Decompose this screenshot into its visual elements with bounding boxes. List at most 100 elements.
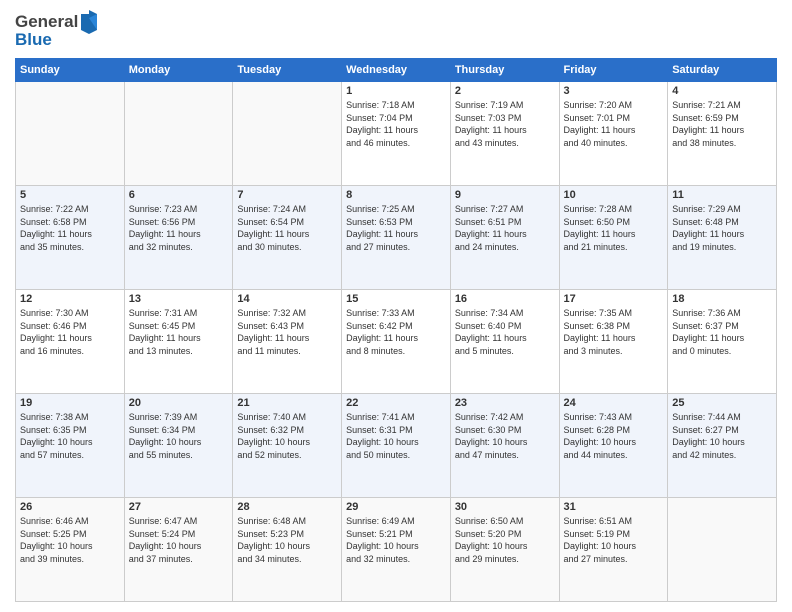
day-info: Sunrise: 7:42 AM Sunset: 6:30 PM Dayligh… [455, 411, 555, 461]
day-number: 6 [129, 189, 229, 201]
calendar-cell: 19 Sunrise: 7:38 AM Sunset: 6:35 PM Dayli… [16, 394, 125, 498]
day-number: 15 [346, 293, 446, 305]
weekday-header-sunday: Sunday [16, 59, 125, 82]
day-info: Sunrise: 7:43 AM Sunset: 6:28 PM Dayligh… [564, 411, 664, 461]
week-row-4: 19 Sunrise: 7:38 AM Sunset: 6:35 PM Dayli… [16, 394, 777, 498]
day-number: 20 [129, 397, 229, 409]
logo-general-text: General [15, 12, 78, 32]
weekday-header-saturday: Saturday [668, 59, 777, 82]
day-number: 10 [564, 189, 664, 201]
calendar-cell: 22 Sunrise: 7:41 AM Sunset: 6:31 PM Dayli… [342, 394, 451, 498]
day-info: Sunrise: 7:30 AM Sunset: 6:46 PM Dayligh… [20, 307, 120, 357]
day-info: Sunrise: 7:25 AM Sunset: 6:53 PM Dayligh… [346, 203, 446, 253]
day-info: Sunrise: 7:32 AM Sunset: 6:43 PM Dayligh… [237, 307, 337, 357]
day-info: Sunrise: 6:51 AM Sunset: 5:19 PM Dayligh… [564, 515, 664, 565]
day-info: Sunrise: 6:49 AM Sunset: 5:21 PM Dayligh… [346, 515, 446, 565]
week-row-3: 12 Sunrise: 7:30 AM Sunset: 6:46 PM Dayli… [16, 290, 777, 394]
weekday-header-friday: Friday [559, 59, 668, 82]
calendar-cell: 14 Sunrise: 7:32 AM Sunset: 6:43 PM Dayli… [233, 290, 342, 394]
week-row-2: 5 Sunrise: 7:22 AM Sunset: 6:58 PM Daylig… [16, 186, 777, 290]
day-info: Sunrise: 7:18 AM Sunset: 7:04 PM Dayligh… [346, 99, 446, 149]
day-info: Sunrise: 7:41 AM Sunset: 6:31 PM Dayligh… [346, 411, 446, 461]
logo: General Blue [15, 10, 99, 50]
day-number: 19 [20, 397, 120, 409]
calendar-cell: 11 Sunrise: 7:29 AM Sunset: 6:48 PM Dayli… [668, 186, 777, 290]
day-info: Sunrise: 7:34 AM Sunset: 6:40 PM Dayligh… [455, 307, 555, 357]
day-number: 11 [672, 189, 772, 201]
day-info: Sunrise: 7:20 AM Sunset: 7:01 PM Dayligh… [564, 99, 664, 149]
day-info: Sunrise: 7:27 AM Sunset: 6:51 PM Dayligh… [455, 203, 555, 253]
day-number: 26 [20, 501, 120, 513]
day-info: Sunrise: 7:19 AM Sunset: 7:03 PM Dayligh… [455, 99, 555, 149]
day-info: Sunrise: 6:46 AM Sunset: 5:25 PM Dayligh… [20, 515, 120, 565]
calendar-cell: 2 Sunrise: 7:19 AM Sunset: 7:03 PM Daylig… [450, 82, 559, 186]
day-number: 16 [455, 293, 555, 305]
day-info: Sunrise: 7:44 AM Sunset: 6:27 PM Dayligh… [672, 411, 772, 461]
calendar-table: SundayMondayTuesdayWednesdayThursdayFrid… [15, 58, 777, 602]
day-number: 25 [672, 397, 772, 409]
day-number: 17 [564, 293, 664, 305]
calendar-cell [668, 498, 777, 602]
day-number: 1 [346, 85, 446, 97]
day-number: 24 [564, 397, 664, 409]
calendar-cell [16, 82, 125, 186]
calendar-cell: 7 Sunrise: 7:24 AM Sunset: 6:54 PM Daylig… [233, 186, 342, 290]
day-number: 31 [564, 501, 664, 513]
weekday-header-tuesday: Tuesday [233, 59, 342, 82]
day-info: Sunrise: 7:39 AM Sunset: 6:34 PM Dayligh… [129, 411, 229, 461]
page: General Blue SundayMondayTuesdayWednesda… [0, 0, 792, 612]
calendar-cell: 29 Sunrise: 6:49 AM Sunset: 5:21 PM Dayli… [342, 498, 451, 602]
day-number: 5 [20, 189, 120, 201]
calendar-cell: 16 Sunrise: 7:34 AM Sunset: 6:40 PM Dayli… [450, 290, 559, 394]
calendar-cell: 26 Sunrise: 6:46 AM Sunset: 5:25 PM Dayli… [16, 498, 125, 602]
day-info: Sunrise: 6:50 AM Sunset: 5:20 PM Dayligh… [455, 515, 555, 565]
calendar-cell: 31 Sunrise: 6:51 AM Sunset: 5:19 PM Dayli… [559, 498, 668, 602]
day-info: Sunrise: 7:35 AM Sunset: 6:38 PM Dayligh… [564, 307, 664, 357]
calendar-cell: 25 Sunrise: 7:44 AM Sunset: 6:27 PM Dayli… [668, 394, 777, 498]
calendar-cell: 24 Sunrise: 7:43 AM Sunset: 6:28 PM Dayli… [559, 394, 668, 498]
day-number: 13 [129, 293, 229, 305]
day-info: Sunrise: 7:23 AM Sunset: 6:56 PM Dayligh… [129, 203, 229, 253]
day-number: 7 [237, 189, 337, 201]
day-number: 4 [672, 85, 772, 97]
calendar-cell: 21Sunrise: 7:40 AM Sunset: 6:32 PM Dayli… [233, 394, 342, 498]
calendar-cell: 23 Sunrise: 7:42 AM Sunset: 6:30 PM Dayli… [450, 394, 559, 498]
day-info: Sunrise: 7:29 AM Sunset: 6:48 PM Dayligh… [672, 203, 772, 253]
calendar-cell: 27Sunrise: 6:47 AM Sunset: 5:24 PM Dayli… [124, 498, 233, 602]
calendar-cell: 4Sunrise: 7:21 AM Sunset: 6:59 PM Daylig… [668, 82, 777, 186]
day-number: 2 [455, 85, 555, 97]
calendar-cell: 17 Sunrise: 7:35 AM Sunset: 6:38 PM Dayli… [559, 290, 668, 394]
calendar-cell: 20 Sunrise: 7:39 AM Sunset: 6:34 PM Dayli… [124, 394, 233, 498]
day-number: 14 [237, 293, 337, 305]
weekday-header-row: SundayMondayTuesdayWednesdayThursdayFrid… [16, 59, 777, 82]
day-number: 12 [20, 293, 120, 305]
calendar-cell: 12 Sunrise: 7:30 AM Sunset: 6:46 PM Dayli… [16, 290, 125, 394]
day-info: Sunrise: 7:40 AM Sunset: 6:32 PM Dayligh… [237, 411, 337, 461]
day-info: Sunrise: 7:28 AM Sunset: 6:50 PM Dayligh… [564, 203, 664, 253]
day-number: 29 [346, 501, 446, 513]
calendar-cell: 6 Sunrise: 7:23 AM Sunset: 6:56 PM Daylig… [124, 186, 233, 290]
weekday-header-thursday: Thursday [450, 59, 559, 82]
calendar-cell: 5 Sunrise: 7:22 AM Sunset: 6:58 PM Daylig… [16, 186, 125, 290]
day-number: 27 [129, 501, 229, 513]
day-number: 22 [346, 397, 446, 409]
calendar-cell: 9 Sunrise: 7:27 AM Sunset: 6:51 PM Daylig… [450, 186, 559, 290]
day-info: Sunrise: 7:36 AM Sunset: 6:37 PM Dayligh… [672, 307, 772, 357]
calendar-cell: 15 Sunrise: 7:33 AM Sunset: 6:42 PM Dayli… [342, 290, 451, 394]
calendar-cell: 18Sunrise: 7:36 AM Sunset: 6:37 PM Dayli… [668, 290, 777, 394]
header: General Blue [15, 10, 777, 50]
calendar-cell [124, 82, 233, 186]
day-number: 23 [455, 397, 555, 409]
day-info: Sunrise: 7:24 AM Sunset: 6:54 PM Dayligh… [237, 203, 337, 253]
day-info: Sunrise: 6:48 AM Sunset: 5:23 PM Dayligh… [237, 515, 337, 565]
day-info: Sunrise: 7:33 AM Sunset: 6:42 PM Dayligh… [346, 307, 446, 357]
calendar-cell: 28 Sunrise: 6:48 AM Sunset: 5:23 PM Dayli… [233, 498, 342, 602]
day-info: Sunrise: 7:31 AM Sunset: 6:45 PM Dayligh… [129, 307, 229, 357]
day-number: 28 [237, 501, 337, 513]
weekday-header-wednesday: Wednesday [342, 59, 451, 82]
day-info: Sunrise: 7:22 AM Sunset: 6:58 PM Dayligh… [20, 203, 120, 253]
day-number: 9 [455, 189, 555, 201]
calendar-cell: 13 Sunrise: 7:31 AM Sunset: 6:45 PM Dayli… [124, 290, 233, 394]
day-number: 30 [455, 501, 555, 513]
day-info: Sunrise: 7:38 AM Sunset: 6:35 PM Dayligh… [20, 411, 120, 461]
